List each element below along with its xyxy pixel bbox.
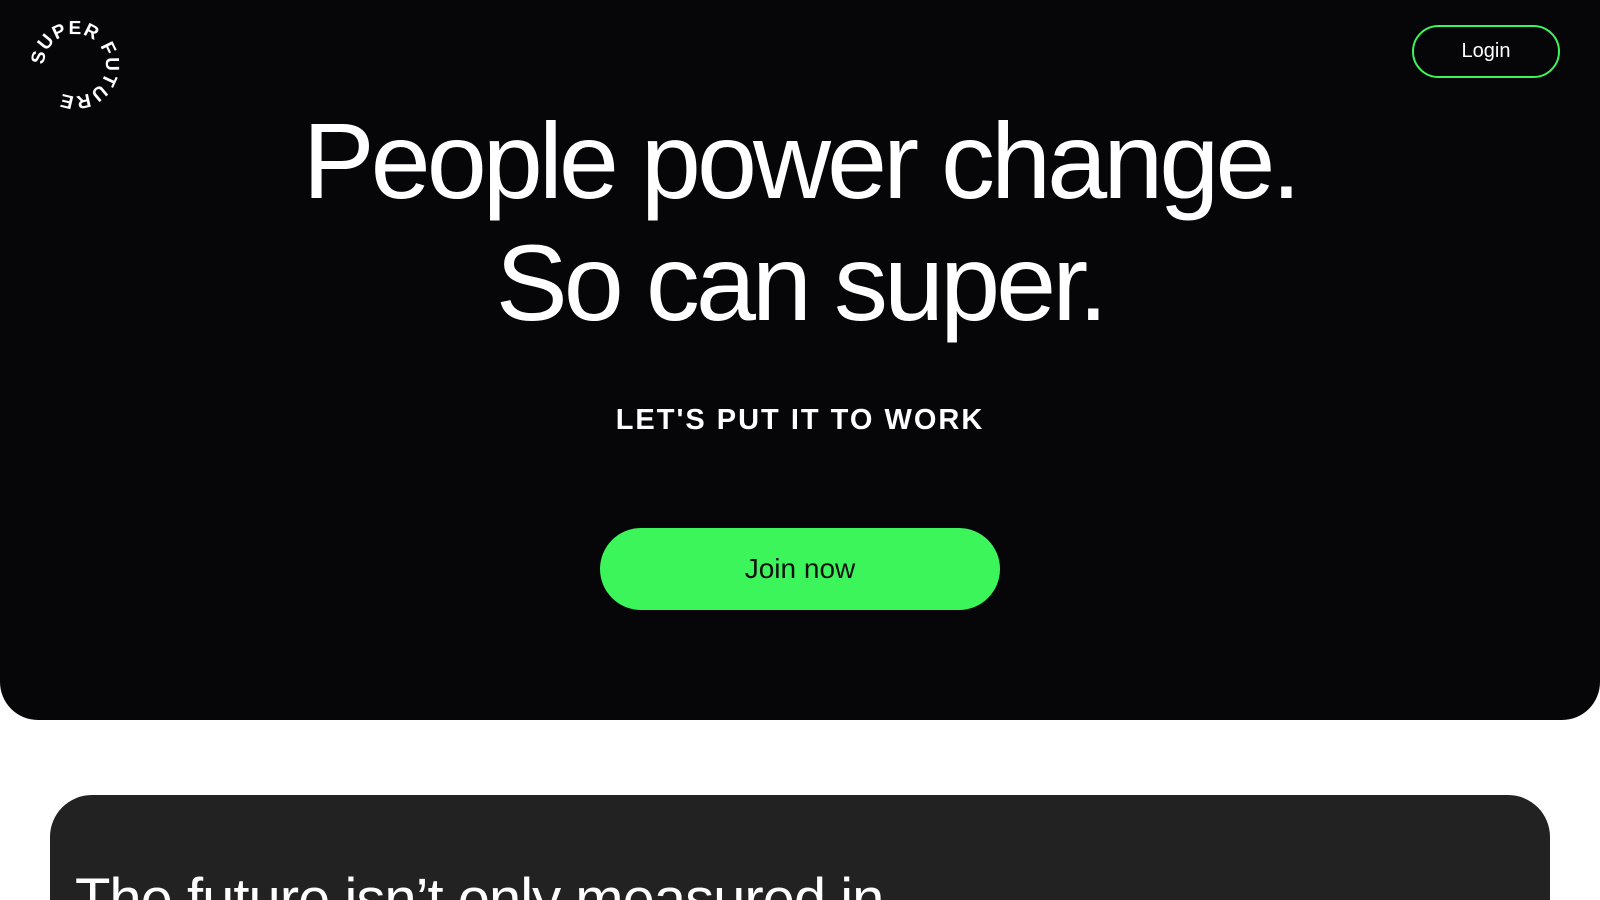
login-button[interactable]: Login <box>1412 25 1560 78</box>
hero-headline-line-1: People power change. <box>302 100 1302 221</box>
future-section-card: The future isn’t only measured in <box>50 795 1550 900</box>
hero-headline: People power change. So can super. <box>0 100 1600 344</box>
join-now-button[interactable]: Join now <box>600 528 1000 610</box>
logo-badge-icon: SUPER FUTURE <box>30 20 120 110</box>
hero-headline-line-2: So can super. <box>495 222 1108 343</box>
future-section-heading: The future isn’t only measured in <box>75 867 884 900</box>
hero-section: SUPER FUTURE Login People power change. … <box>0 0 1600 720</box>
super-future-logo[interactable]: SUPER FUTURE <box>30 20 120 110</box>
hero-tagline: LET'S PUT IT TO WORK <box>615 404 985 436</box>
logo-text: SUPER FUTURE <box>30 20 120 110</box>
